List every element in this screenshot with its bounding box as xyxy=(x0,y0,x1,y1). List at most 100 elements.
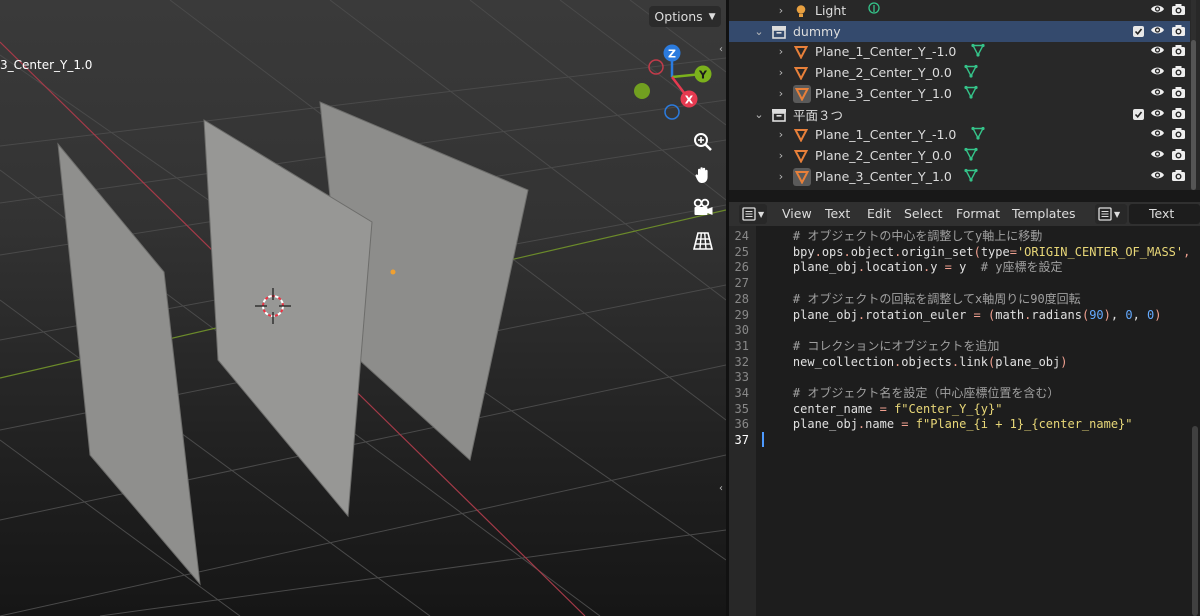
code-token: , xyxy=(1183,244,1191,259)
options-dropdown[interactable]: Options ▼ xyxy=(649,6,721,27)
render-camera-icon[interactable] xyxy=(1171,44,1186,60)
menu-edit[interactable]: Edit xyxy=(867,206,891,221)
code-token: 0 xyxy=(1125,307,1133,322)
outliner-object-row[interactable]: › Plane_3_Center_Y_1.0 xyxy=(729,83,1190,104)
navigation-gizmo[interactable]: Z Y X xyxy=(628,40,718,125)
outliner-collection-row[interactable]: ⌄ dummy xyxy=(729,21,1190,42)
code-text: new_collection.objects.link(plane_obj) xyxy=(764,354,1068,370)
code-token: # コレクションにオブジェクトを追加 xyxy=(764,338,1000,353)
chevron-right-icon[interactable]: › xyxy=(775,66,787,79)
render-camera-icon[interactable] xyxy=(1171,107,1186,123)
render-camera-icon[interactable] xyxy=(1171,148,1186,164)
outliner-collection-row[interactable]: ⌄ 平面３つ xyxy=(729,104,1190,125)
eye-icon[interactable] xyxy=(1150,107,1165,122)
mesh-data-icon[interactable] xyxy=(964,147,978,164)
chevron-right-icon[interactable]: › xyxy=(775,149,787,162)
code-token: = xyxy=(944,260,952,275)
editor-type-dropdown[interactable]: ▼ xyxy=(739,204,767,224)
chevron-down-icon[interactable]: ⌄ xyxy=(753,108,765,121)
mesh-data-icon[interactable] xyxy=(971,126,985,143)
mesh-data-icon[interactable] xyxy=(971,43,985,60)
outliner-object-row[interactable]: › Plane_2_Center_Y_0.0 xyxy=(729,145,1190,166)
grid-perspective-icon xyxy=(693,232,713,250)
mesh-icon xyxy=(793,65,809,81)
chevron-right-icon[interactable]: › xyxy=(775,87,787,100)
render-camera-icon[interactable] xyxy=(1171,3,1186,19)
code-token: y xyxy=(951,260,981,275)
render-camera-icon[interactable] xyxy=(1171,65,1186,81)
eye-icon[interactable] xyxy=(1150,24,1165,39)
line-number: 26 xyxy=(734,260,749,275)
outliner-object-row[interactable]: › Plane_1_Center_Y_-1.0 xyxy=(729,124,1190,145)
text-editor-body[interactable]: 24 # オブジェクトの中心を調整してy軸上に移動 25 bpy.ops.obje… xyxy=(729,226,1200,616)
outliner-object-row[interactable]: › Plane_2_Center_Y_0.0 xyxy=(729,62,1190,83)
neg-y-axis-handle xyxy=(634,83,650,99)
render-camera-icon[interactable] xyxy=(1171,86,1186,102)
line-number: 24 xyxy=(734,229,749,243)
code-token: , xyxy=(1110,307,1126,322)
text-editor-scrollbar[interactable] xyxy=(1192,426,1198,616)
outliner-object-row[interactable]: › Plane_3_Center_Y_1.0 xyxy=(729,166,1190,187)
zoom-button[interactable] xyxy=(688,127,718,157)
mesh-data-icon[interactable] xyxy=(964,168,978,185)
chevron-right-icon[interactable]: › xyxy=(775,45,787,58)
perspective-toggle-button[interactable] xyxy=(688,226,718,256)
outliner-object-row[interactable]: › Light xyxy=(729,0,1190,21)
eye-icon[interactable] xyxy=(1150,169,1165,184)
menu-text[interactable]: Text xyxy=(825,206,850,221)
code-token: ) xyxy=(1154,307,1162,322)
code-token: object xyxy=(850,244,895,259)
pan-button[interactable] xyxy=(688,160,718,190)
outliner-object-row[interactable]: › Plane_1_Center_Y_-1.0 xyxy=(729,41,1190,62)
render-camera-icon[interactable] xyxy=(1171,127,1186,143)
code-token: . xyxy=(843,244,851,259)
line-number: 37 xyxy=(734,433,749,448)
code-token: # オブジェクトの回転を調整してx軸周りに90度回転 xyxy=(764,291,1081,306)
menu-format[interactable]: Format xyxy=(956,206,1000,221)
exclude-checkbox[interactable] xyxy=(1133,26,1144,37)
chevron-down-icon[interactable]: ⌄ xyxy=(753,25,765,38)
outliner-item-label: Plane_1_Center_Y_-1.0 xyxy=(815,44,957,59)
light-data-icon[interactable] xyxy=(867,2,881,19)
chevron-right-icon[interactable]: › xyxy=(775,4,787,17)
code-token: # オブジェクト名を設定（中心座標位置を含む） xyxy=(764,386,1060,400)
text-datablock-browse[interactable]: ▼ xyxy=(1095,204,1127,224)
chevron-right-icon[interactable]: › xyxy=(775,128,787,141)
render-camera-icon[interactable] xyxy=(1171,24,1186,40)
outliner-item-label: Light xyxy=(815,3,847,18)
text-datablock-name[interactable]: Text xyxy=(1129,204,1200,224)
line-number: 33 xyxy=(734,370,749,385)
collapse-arrow-icon[interactable]: ‹ xyxy=(719,483,723,494)
menu-select[interactable]: Select xyxy=(904,206,943,221)
outliner-item-label: dummy xyxy=(793,24,841,39)
eye-icon[interactable] xyxy=(1150,65,1165,80)
code-text: plane_obj.rotation_euler = (math.radians… xyxy=(764,307,1162,323)
camera-view-button[interactable] xyxy=(688,193,718,223)
exclude-checkbox[interactable] xyxy=(1133,109,1144,120)
outliner-panel[interactable]: › Light ⌄ dummy › Plane_1_Center_Y_-1.0 › Plane… xyxy=(729,0,1200,190)
menu-templates[interactable]: Templates xyxy=(1012,206,1076,221)
render-camera-icon[interactable] xyxy=(1171,169,1186,185)
mesh-data-icon[interactable] xyxy=(964,85,978,102)
code-token: name xyxy=(865,417,902,432)
eye-icon[interactable] xyxy=(1150,86,1165,101)
eye-icon[interactable] xyxy=(1150,3,1165,18)
eye-icon[interactable] xyxy=(1150,148,1165,163)
collapse-arrow-icon[interactable]: ‹ xyxy=(719,44,723,55)
mesh-data-icon[interactable] xyxy=(964,64,978,81)
3d-viewport[interactable]: 3_Center_Y_1.0 Options ▼ Z Y X ‹ ‹ xyxy=(0,0,726,616)
y-axis-label: Y xyxy=(698,69,708,82)
chevron-right-icon[interactable]: › xyxy=(775,170,787,183)
eye-icon[interactable] xyxy=(1150,44,1165,59)
code-token: link xyxy=(959,354,988,369)
outliner-scrollbar[interactable] xyxy=(1191,40,1196,190)
eye-icon[interactable] xyxy=(1150,127,1165,142)
menu-view[interactable]: View xyxy=(782,206,812,221)
area-splitter-horizontal[interactable] xyxy=(729,190,1200,202)
code-token: 'ORIGIN_CENTER_OF_MASS' xyxy=(1016,244,1184,259)
code-token: = xyxy=(879,401,887,416)
line-number: 27 xyxy=(734,276,749,291)
code-token: f"Center_Y_{y}" xyxy=(894,401,1003,416)
